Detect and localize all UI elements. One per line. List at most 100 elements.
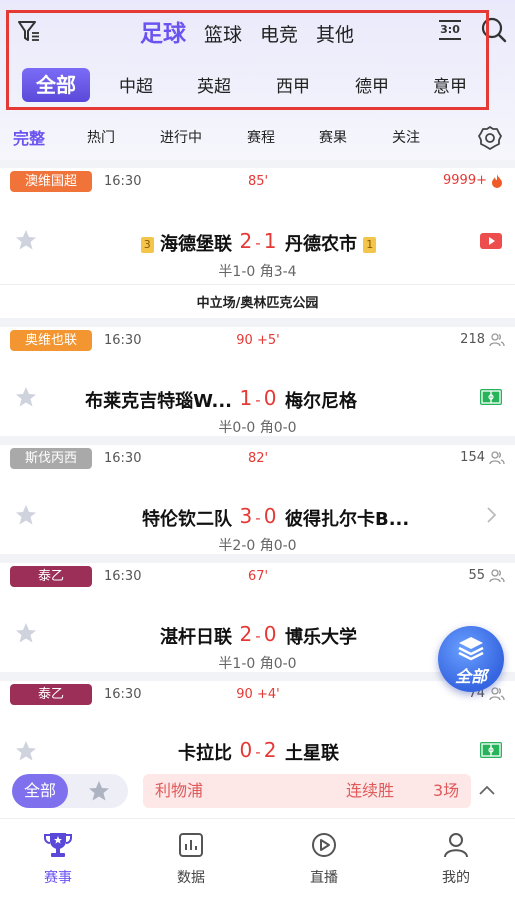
star-icon[interactable] <box>15 622 37 644</box>
match-time: 16:30 <box>104 451 142 466</box>
filter-tab-results[interactable]: 赛果 <box>319 127 347 147</box>
home-team-name: 湛杆日联 <box>160 627 232 648</box>
away-score: 0 <box>263 386 277 410</box>
away-team-name: 丹德农市 <box>285 234 357 255</box>
home-team-name: 海德堡联 <box>160 234 232 255</box>
layers-icon <box>458 637 484 661</box>
tab-other[interactable]: 其他 <box>316 20 354 47</box>
away-rank-badge: 1 <box>363 237 377 253</box>
home-rank-badge: 3 <box>140 237 154 253</box>
away-team: 丹德农市 1 <box>285 230 377 256</box>
league-tab-csl[interactable]: 中超 <box>119 72 153 97</box>
search-icon[interactable] <box>480 16 508 44</box>
chevron-up-icon[interactable] <box>478 783 496 797</box>
league-tab-laliga[interactable]: 西甲 <box>276 72 310 97</box>
divider <box>0 284 515 285</box>
all-leagues-fab[interactable]: 全部 <box>438 626 504 692</box>
match-minute: 82' <box>247 451 269 466</box>
match-card[interactable]: 泰乙 16:30 90 +4' 74 卡拉比 0-2 土星联 <box>0 681 515 766</box>
star-icon[interactable] <box>15 740 37 762</box>
match-score: 1-0 <box>239 386 277 410</box>
video-icon[interactable] <box>480 233 502 249</box>
league-tab-all[interactable]: 全部 <box>22 68 90 102</box>
match-header: 斯伐丙西 16:30 82' 154 <box>0 445 515 473</box>
filter-tab-hot[interactable]: 热门 <box>87 127 115 147</box>
filter-tab-full[interactable]: 完整 <box>13 125 45 149</box>
league-badge: 斯伐丙西 <box>10 448 92 469</box>
fab-label: 全部 <box>454 667 487 686</box>
match-time: 16:30 <box>104 687 142 702</box>
league-tab-bundesliga[interactable]: 德甲 <box>355 72 389 97</box>
half-stats: 半1-0 角3-4 <box>218 264 297 280</box>
away-team-name: 梅尔尼格 <box>285 391 357 412</box>
match-minute: 67' <box>247 569 269 584</box>
filter-icon[interactable] <box>16 18 42 44</box>
match-score: 3-0 <box>239 504 277 528</box>
tab-matches[interactable]: 赛事 <box>18 829 98 887</box>
home-team-name: 特伦钦二队 <box>142 509 232 530</box>
tab-profile[interactable]: 我的 <box>416 829 496 887</box>
trophy-icon <box>44 833 72 857</box>
home-score: 3 <box>239 504 253 528</box>
tab-live[interactable]: 直播 <box>284 829 364 887</box>
streak-team: 利物浦 <box>155 781 204 800</box>
field-icon[interactable] <box>480 742 502 758</box>
star-icon[interactable] <box>15 229 37 251</box>
viewer-count: 218 <box>460 332 485 347</box>
home-team-name: 卡拉比 <box>178 743 232 764</box>
match-minute: 90 +4' <box>236 687 280 702</box>
away-team-name: 土星联 <box>285 743 339 764</box>
viewer-count: 9999+ <box>443 173 487 188</box>
home-score: 2 <box>239 622 253 646</box>
league-tab-epl[interactable]: 英超 <box>197 72 231 97</box>
users-icon <box>489 333 505 347</box>
play-icon <box>312 833 336 857</box>
field-icon[interactable] <box>480 389 502 405</box>
match-card[interactable]: 澳维国超 16:30 85' 9999+ 3 海德堡联 2-1 丹德农市 1 半… <box>0 168 515 318</box>
bottom-filter-bar: 全部 利物浦 连续胜 3场 <box>0 766 515 818</box>
tab-label: 赛事 <box>44 870 72 886</box>
match-header: 澳维国超 16:30 85' 9999+ <box>0 168 515 196</box>
match-minute: 90 +5' <box>236 333 280 348</box>
toggle-all[interactable]: 全部 <box>12 774 68 808</box>
away-score: 2 <box>263 738 277 762</box>
chart-icon <box>179 833 203 857</box>
gear-icon[interactable] <box>477 125 503 151</box>
star-icon[interactable] <box>15 504 37 526</box>
filter-bar: 完整 热门 进行中 赛程 赛果 关注 <box>0 120 515 156</box>
match-score: 2-1 <box>239 229 277 253</box>
match-card[interactable]: 奥维也联 16:30 90 +5' 218 布莱克吉特瑙W... 1-0 梅尔尼… <box>0 327 515 436</box>
home-team: 3 海德堡联 <box>140 230 232 256</box>
filter-tab-live[interactable]: 进行中 <box>160 127 202 147</box>
match-time: 16:30 <box>104 333 142 348</box>
star-icon[interactable] <box>15 386 37 408</box>
match-card[interactable]: 斯伐丙西 16:30 82' 154 特伦钦二队 3-0 彼得扎尔卡B... 半… <box>0 445 515 554</box>
away-score: 0 <box>263 504 277 528</box>
viewer-count: 154 <box>460 450 485 465</box>
viewer-count: 55 <box>468 568 485 583</box>
half-stats: 半0-0 角0-0 <box>218 420 297 436</box>
filter-tab-followed[interactable]: 关注 <box>392 127 420 147</box>
match-score: 0-2 <box>239 738 277 762</box>
match-header: 奥维也联 16:30 90 +5' 218 <box>0 327 515 355</box>
away-score: 0 <box>263 622 277 646</box>
league-tab-seriea[interactable]: 意甲 <box>433 72 467 97</box>
view-toggle: 全部 <box>12 774 128 808</box>
half-stats: 半2-0 角0-0 <box>218 538 297 554</box>
tab-esports[interactable]: 电竞 <box>260 20 298 47</box>
filter-tab-schedule[interactable]: 赛程 <box>247 127 275 147</box>
league-tabs: 全部 中超 英超 西甲 德甲 意甲 <box>0 68 515 108</box>
users-icon <box>489 687 505 701</box>
match-time: 16:30 <box>104 569 142 584</box>
scoreboard-icon[interactable]: 3:0 <box>439 20 461 40</box>
streak-banner[interactable]: 利物浦 连续胜 3场 <box>143 774 471 808</box>
away-team-name: 博乐大学 <box>285 627 357 648</box>
tab-data[interactable]: 数据 <box>151 829 231 887</box>
tab-football[interactable]: 足球 <box>140 14 186 48</box>
chevron-right-icon[interactable] <box>485 506 497 524</box>
star-icon[interactable] <box>88 780 110 802</box>
users-icon <box>489 569 505 583</box>
match-header: 泰乙 16:30 67' 55 <box>0 563 515 591</box>
away-team-name: 彼得扎尔卡B... <box>285 509 410 530</box>
tab-basketball[interactable]: 篮球 <box>204 20 242 47</box>
